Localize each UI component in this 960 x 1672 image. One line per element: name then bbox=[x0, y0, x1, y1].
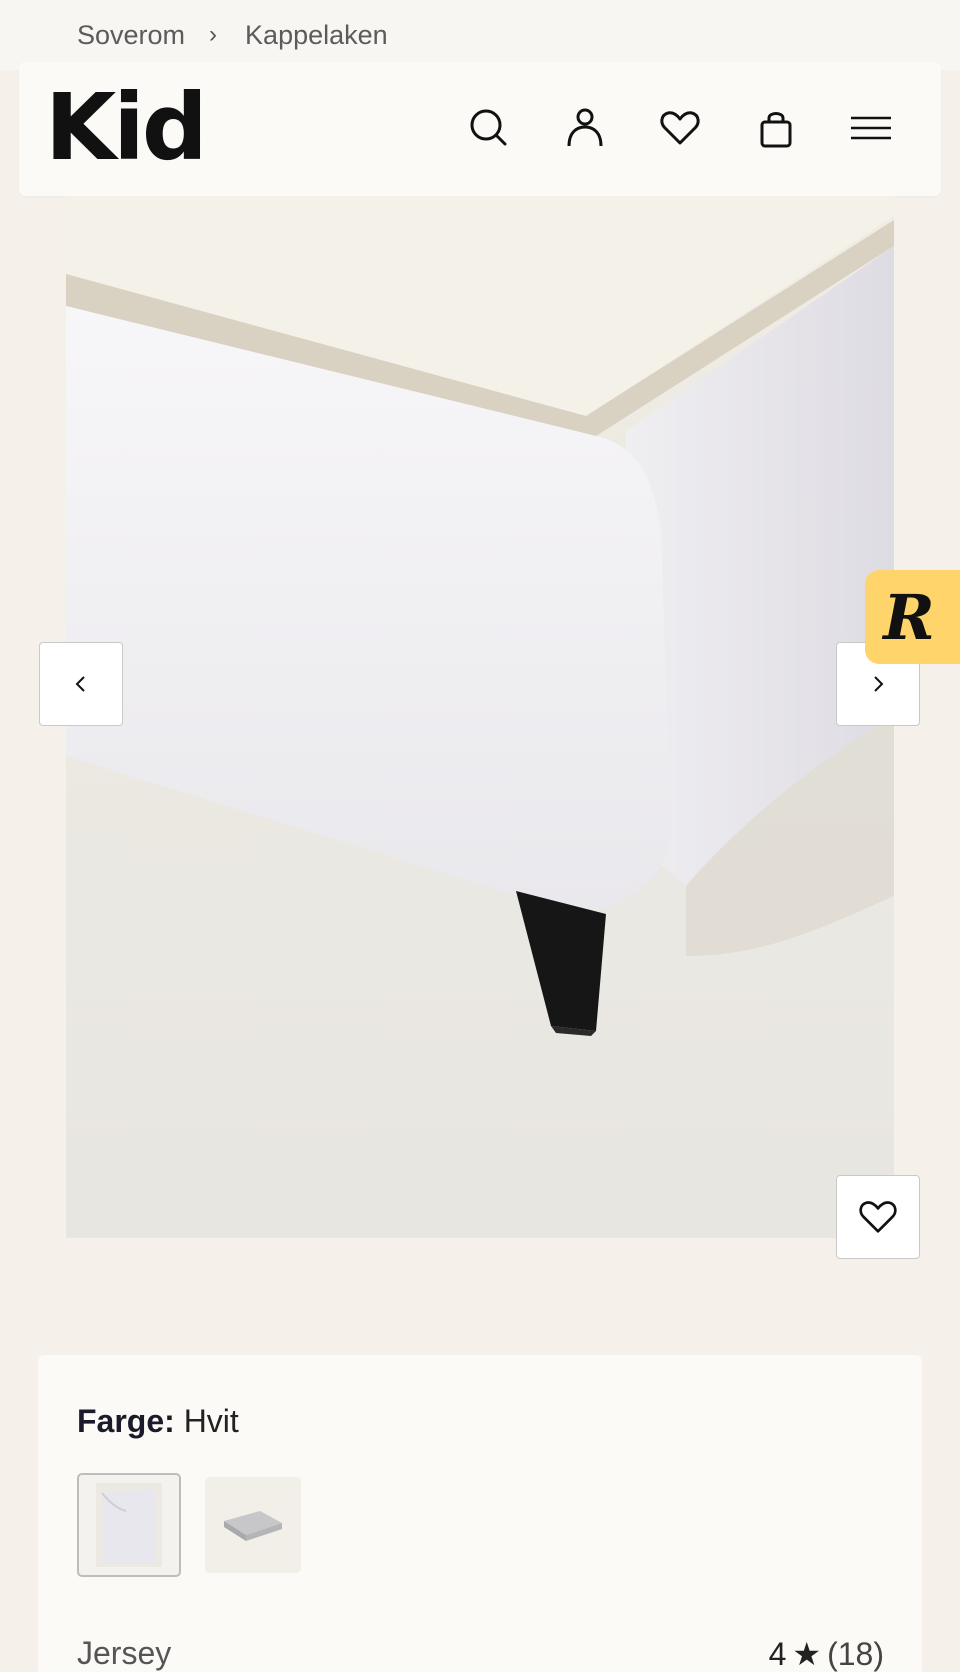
product-page: Soverom › Kappelaken Kid R Farge: Hvit J… bbox=[0, 0, 960, 1672]
rating-value: 4 bbox=[768, 1636, 787, 1672]
color-swatch-white[interactable] bbox=[77, 1473, 181, 1577]
breadcrumb-item-kappelaken[interactable]: Kappelaken bbox=[245, 20, 388, 51]
heart-icon[interactable] bbox=[654, 102, 706, 154]
breadcrumb-item-soverom[interactable]: Soverom bbox=[77, 20, 185, 51]
chevron-left-icon bbox=[75, 676, 85, 692]
kid-logo[interactable]: Kid bbox=[45, 82, 208, 174]
color-value: Hvit bbox=[183, 1403, 239, 1439]
breadcrumb: Soverom › Kappelaken bbox=[0, 0, 960, 70]
reviews-widget-button[interactable]: R bbox=[865, 570, 960, 664]
heart-icon bbox=[859, 1201, 897, 1233]
product-image bbox=[66, 196, 894, 1238]
star-icon: ★ bbox=[792, 1636, 822, 1672]
swatch-thumbnail bbox=[224, 1511, 282, 1541]
material-label: Jersey bbox=[77, 1635, 172, 1671]
add-to-wishlist-button[interactable] bbox=[836, 1175, 920, 1259]
site-header: Kid bbox=[19, 62, 941, 196]
previous-image-button[interactable] bbox=[39, 642, 123, 726]
reviews-logo: R bbox=[883, 580, 935, 654]
color-selection-label: Farge: Hvit bbox=[77, 1403, 239, 1440]
swatch-thumbnail bbox=[96, 1483, 162, 1567]
chevron-right-icon bbox=[874, 676, 884, 692]
product-options-card: Farge: Hvit Jersey 4 ★ (18) bbox=[38, 1355, 922, 1672]
review-count: (18) bbox=[827, 1636, 884, 1672]
breadcrumb-separator: › bbox=[209, 21, 218, 48]
user-icon[interactable] bbox=[559, 102, 611, 154]
search-icon[interactable] bbox=[463, 102, 515, 154]
color-swatch-grey[interactable] bbox=[205, 1477, 301, 1573]
bag-icon[interactable] bbox=[750, 102, 802, 154]
rating-summary[interactable]: 4 ★ (18) bbox=[769, 1635, 884, 1672]
menu-icon[interactable] bbox=[845, 102, 897, 154]
color-label: Farge: bbox=[77, 1403, 175, 1439]
